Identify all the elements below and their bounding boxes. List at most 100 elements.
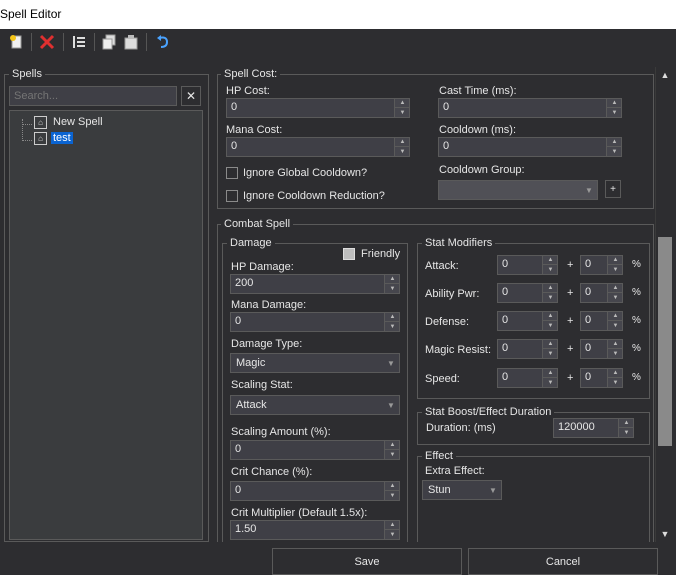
undo-icon[interactable] [153, 32, 173, 52]
hp-cost-stepper[interactable]: 0 ▲ ▼ [226, 98, 410, 118]
list-icon[interactable] [69, 32, 89, 52]
spin-up-icon[interactable]: ▲ [385, 313, 400, 322]
spin-up-icon[interactable]: ▲ [543, 312, 558, 321]
tree-item-label: New Spell [53, 116, 103, 128]
spin-up-icon[interactable]: ▲ [543, 369, 558, 378]
spin-down-icon[interactable]: ▼ [395, 108, 410, 117]
spin-down-icon[interactable]: ▼ [543, 293, 558, 302]
attack-percent-stepper[interactable]: 0 ▲ ▼ [580, 255, 623, 275]
spin-down-icon[interactable]: ▼ [608, 321, 623, 330]
spin-up-icon[interactable]: ▲ [607, 138, 622, 147]
spin-up-icon[interactable]: ▲ [385, 441, 400, 450]
scaling-stat-select[interactable]: Attack ▼ [230, 395, 400, 415]
clear-search-button[interactable]: ✕ [181, 86, 201, 106]
spin-up-icon[interactable]: ▲ [385, 482, 400, 491]
ignore-global-cooldown-checkbox[interactable] [226, 167, 238, 179]
copy-icon[interactable] [99, 32, 119, 52]
crit-chance-stepper[interactable]: 0 ▲ ▼ [230, 481, 400, 501]
spin-down-icon[interactable]: ▼ [385, 450, 400, 459]
tree-item-test[interactable]: ⌂ test [34, 130, 73, 146]
damage-legend: Damage [227, 237, 275, 249]
scrollbar-thumb[interactable] [658, 237, 672, 446]
crit-multiplier-stepper[interactable]: 1.50 ▲ ▼ [230, 520, 400, 540]
plus-sign: + [567, 259, 574, 271]
spin-down-icon[interactable]: ▼ [607, 108, 622, 117]
spin-up-icon[interactable]: ▲ [608, 256, 623, 265]
spin-down-icon[interactable]: ▼ [385, 322, 400, 331]
attack-flat-stepper[interactable]: 0 ▲ ▼ [497, 255, 558, 275]
magic-resist-flat-stepper[interactable]: 0 ▲ ▼ [497, 339, 558, 359]
spin-down-icon[interactable]: ▼ [385, 491, 400, 500]
spin-down-icon[interactable]: ▼ [608, 349, 623, 358]
scaling-amount-label: Scaling Amount (%): [231, 426, 331, 438]
new-spell-icon[interactable] [7, 32, 27, 52]
spin-up-icon[interactable]: ▲ [608, 340, 623, 349]
delete-icon[interactable] [37, 32, 57, 52]
spin-up-icon[interactable]: ▲ [395, 138, 410, 147]
spin-down-icon[interactable]: ▼ [608, 293, 623, 302]
stat-label-speed: Speed: [425, 373, 460, 385]
spell-tree[interactable]: ⌂ New Spell ⌂ test [9, 110, 203, 540]
spin-down-icon[interactable]: ▼ [543, 265, 558, 274]
spin-up-icon[interactable]: ▲ [543, 284, 558, 293]
cooldown-stepper[interactable]: 0 ▲ ▼ [438, 137, 622, 157]
speed-percent-stepper[interactable]: 0 ▲ ▼ [580, 368, 623, 388]
defense-percent-stepper[interactable]: 0 ▲ ▼ [580, 311, 623, 331]
cooldown-group-select[interactable]: ▼ [438, 180, 598, 200]
plus-sign: + [567, 343, 574, 355]
paste-icon[interactable] [121, 32, 141, 52]
cooldown-label: Cooldown (ms): [439, 124, 517, 136]
spin-down-icon[interactable]: ▼ [608, 265, 623, 274]
spin-down-icon[interactable]: ▼ [543, 349, 558, 358]
spell-cost-legend: Spell Cost: [221, 68, 281, 80]
cancel-button[interactable]: Cancel [468, 548, 658, 575]
tree-item-new-spell[interactable]: ⌂ New Spell [34, 114, 105, 130]
spin-up-icon[interactable]: ▲ [607, 99, 622, 108]
spin-down-icon[interactable]: ▼ [607, 147, 622, 156]
friendly-checkbox[interactable] [343, 248, 355, 260]
spin-up-icon[interactable]: ▲ [543, 256, 558, 265]
stat-modifiers-legend: Stat Modifiers [422, 237, 496, 249]
save-button[interactable]: Save [272, 548, 462, 575]
vertical-scrollbar[interactable]: ▲ ▼ [655, 67, 673, 542]
spin-down-icon[interactable]: ▼ [543, 321, 558, 330]
cast-time-stepper[interactable]: 0 ▲ ▼ [438, 98, 622, 118]
add-cooldown-group-button[interactable]: + [605, 180, 621, 198]
spin-down-icon[interactable]: ▼ [385, 284, 400, 293]
chevron-down-icon: ▼ [387, 358, 395, 368]
chevron-down-icon: ▼ [585, 185, 593, 195]
spin-up-icon[interactable]: ▲ [385, 521, 400, 530]
mana-damage-label: Mana Damage: [231, 299, 307, 311]
damage-type-select[interactable]: Magic ▼ [230, 353, 400, 373]
spin-up-icon[interactable]: ▲ [395, 99, 410, 108]
spin-down-icon[interactable]: ▼ [619, 428, 634, 437]
hp-damage-stepper[interactable]: 200 ▲ ▼ [230, 274, 400, 294]
duration-stepper[interactable]: 120000 ▲ ▼ [553, 418, 634, 438]
spin-up-icon[interactable]: ▲ [608, 284, 623, 293]
spin-up-icon[interactable]: ▲ [543, 340, 558, 349]
ignore-cooldown-reduction-checkbox[interactable] [226, 190, 238, 202]
spin-down-icon[interactable]: ▼ [608, 378, 623, 387]
scaling-stat-label: Scaling Stat: [231, 379, 293, 391]
spin-up-icon[interactable]: ▲ [385, 275, 400, 284]
mana-cost-stepper[interactable]: 0 ▲ ▼ [226, 137, 410, 157]
scroll-up-icon[interactable]: ▲ [656, 68, 674, 82]
spell-node-icon: ⌂ [34, 131, 47, 145]
speed-flat-stepper[interactable]: 0 ▲ ▼ [497, 368, 558, 388]
spin-up-icon[interactable]: ▲ [619, 419, 634, 428]
scaling-amount-stepper[interactable]: 0 ▲ ▼ [230, 440, 400, 460]
ability-pwr-percent-stepper[interactable]: 0 ▲ ▼ [580, 283, 623, 303]
spin-up-icon[interactable]: ▲ [608, 312, 623, 321]
scroll-down-icon[interactable]: ▼ [656, 527, 674, 541]
extra-effect-label: Extra Effect: [425, 465, 485, 477]
spin-down-icon[interactable]: ▼ [385, 530, 400, 539]
spin-up-icon[interactable]: ▲ [608, 369, 623, 378]
defense-flat-stepper[interactable]: 0 ▲ ▼ [497, 311, 558, 331]
mana-damage-stepper[interactable]: 0 ▲ ▼ [230, 312, 400, 332]
magic-resist-percent-stepper[interactable]: 0 ▲ ▼ [580, 339, 623, 359]
spin-down-icon[interactable]: ▼ [543, 378, 558, 387]
spell-search-input[interactable] [9, 86, 177, 106]
spin-down-icon[interactable]: ▼ [395, 147, 410, 156]
extra-effect-select[interactable]: Stun ▼ [422, 480, 502, 500]
ability-pwr-flat-stepper[interactable]: 0 ▲ ▼ [497, 283, 558, 303]
